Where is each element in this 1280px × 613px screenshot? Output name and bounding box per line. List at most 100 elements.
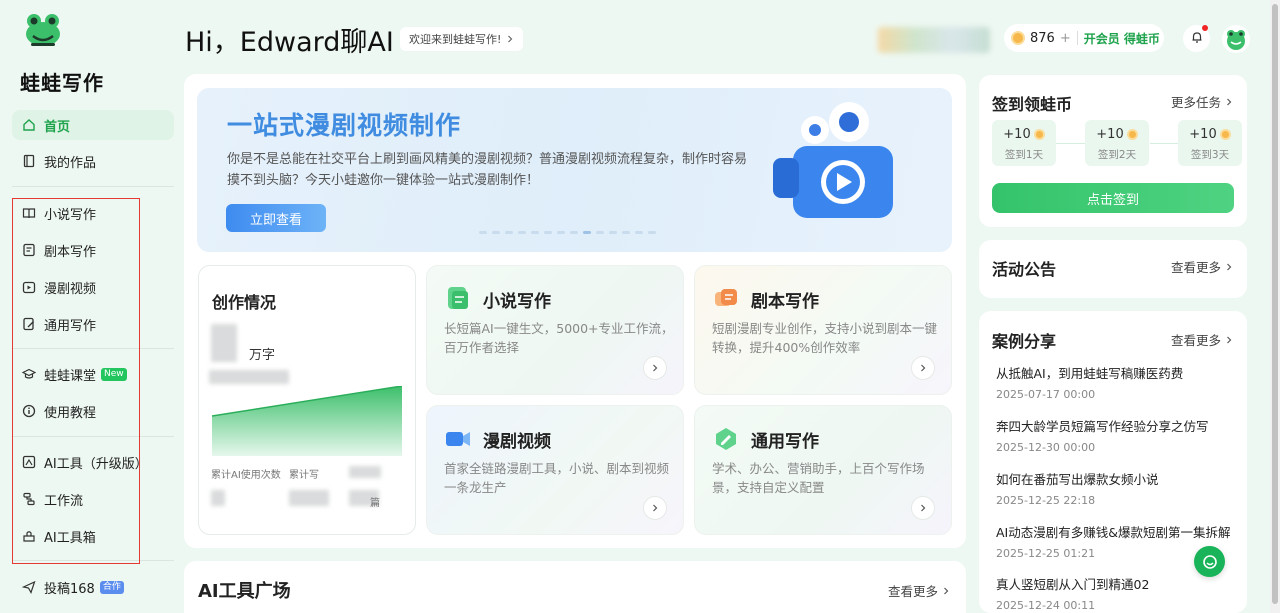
case-item[interactable]: 如何在番茄写出爆款女频小说 2025-12-25 22:18 [996, 469, 1236, 507]
chevron-right-icon[interactable] [911, 356, 935, 380]
case-item[interactable]: 奔四大龄学员短篇写作经验分享之仿写 2025-12-30 00:00 [996, 416, 1236, 454]
sidebar-item-script[interactable]: 剧本写作 [12, 235, 174, 265]
sidebar-item-ai-toolbox[interactable]: AI工具箱 [12, 521, 174, 551]
blurred-value [289, 490, 329, 506]
new-badge: New [101, 367, 127, 381]
sidebar-item-label: 剧本写作 [44, 244, 97, 260]
case-item[interactable]: 从抵触AI，到用蛙蛙写稿赚医药费 2025-07-17 00:00 [996, 363, 1236, 401]
workflow-icon [22, 492, 36, 506]
sidebar-item-ai-tools[interactable]: AI工具（升级版） [12, 447, 174, 477]
sidebar-divider [12, 348, 174, 349]
feature-card-comic-video[interactable]: 漫剧视频 首家全链路漫剧工具，小说、剧本到视频一条龙生产 [426, 405, 684, 535]
ai-tools-more-link[interactable]: 查看更多 [888, 581, 950, 600]
case-title: AI动态漫剧有多赚钱&爆款短剧第一集拆解 [996, 525, 1231, 540]
notice-more-link[interactable]: 查看更多 [1171, 257, 1233, 276]
sidebar-divider [12, 560, 174, 561]
sidebar-item-label: 使用教程 [44, 405, 97, 421]
script-card-icon [715, 289, 737, 306]
signin-card: 签到领蛙币 更多任务 +10 签到1天 +10 签到2天 +10 签到3天 点击… [979, 75, 1247, 227]
more-link-label: 查看更多 [887, 584, 938, 599]
carousel-indicators[interactable] [479, 231, 656, 234]
blurred-value [349, 466, 381, 478]
signin-button[interactable]: 点击签到 [992, 183, 1234, 213]
brand-name: 蛙蛙写作 [20, 71, 104, 95]
day-points: +10 [1189, 127, 1217, 142]
welcome-pill[interactable]: 欢迎来到蛙蛙写作! [400, 27, 524, 51]
sidebar-item-workflow[interactable]: 工作流 [12, 484, 174, 514]
coin-plus-icon: + [1059, 30, 1071, 46]
divider [1076, 31, 1078, 45]
sidebar-item-label: 小说写作 [44, 207, 97, 223]
feature-card-script[interactable]: 剧本写作 短剧漫剧专业创作，支持小说到剧本一键转换，提升400%创作效率 [694, 265, 952, 395]
feature-title: 剧本写作 [751, 292, 819, 312]
area-chart [212, 386, 402, 456]
cases-more-link[interactable]: 查看更多 [1171, 330, 1233, 349]
promo-banner[interactable]: 一站式漫剧视频制作 你是不是总能在社交平台上刷到画风精美的漫剧视频？普通漫剧视频… [197, 88, 952, 252]
blurred-value [211, 490, 225, 506]
chevron-right-icon [1227, 98, 1232, 105]
sidebar-item-novel[interactable]: 小说写作 [12, 198, 174, 228]
coin-balance[interactable]: 876 + 开会员 得蛙币 [1004, 24, 1164, 52]
stats-title: 创作情况 [212, 293, 277, 312]
coin-icon [1033, 129, 1045, 140]
vip-button[interactable]: 开会员 得蛙币 [1084, 30, 1160, 47]
feature-description: 短剧漫剧专业创作，支持小说到剧本一键转换，提升400%创作效率 [712, 321, 938, 355]
chevron-right-icon[interactable] [643, 496, 667, 520]
send-icon [22, 580, 36, 594]
case-title: 从抵触AI，到用蛙蛙写稿赚医药费 [996, 366, 1184, 381]
case-title: 真人竖短剧从入门到精通02 [996, 577, 1150, 592]
creation-stats-card: 创作情况 万字 累计AI使用次数 累计写 篇 [198, 265, 416, 535]
sidebar-item-home[interactable]: 首页 [12, 110, 174, 140]
feature-card-general-writing[interactable]: 通用写作 学术、办公、营销助手，上百个写作场景，支持自定义配置 [694, 405, 952, 535]
day-label: 签到2天 [1097, 149, 1137, 161]
case-time: 2025-07-17 00:00 [996, 388, 1096, 401]
sidebar-item-label: 漫剧视频 [44, 281, 97, 297]
ai-tool-icon [22, 455, 36, 469]
more-tasks-link[interactable]: 更多任务 [1171, 92, 1233, 111]
notification-button[interactable] [1183, 25, 1210, 52]
chevron-right-icon [1227, 336, 1232, 343]
case-item[interactable]: 真人竖短剧从入门到精通02 2025-12-24 00:11 [996, 574, 1236, 612]
feature-card-novel[interactable]: 小说写作 长短篇AI一键生文，5000+专业工作流，百万作者选择 [426, 265, 684, 395]
view-now-button[interactable]: 立即查看 [226, 204, 326, 232]
sidebar-item-general-writing[interactable]: 通用写作 [12, 309, 174, 339]
sidebar-item-submission[interactable]: 投稿168 合作 [12, 572, 174, 602]
frog-avatar-icon [1227, 30, 1245, 50]
page-scrollbar[interactable] [1270, 0, 1280, 613]
sidebar-item-comic-video[interactable]: 漫剧视频 [12, 272, 174, 302]
chevron-right-icon[interactable] [643, 356, 667, 380]
progress-line [1056, 143, 1086, 144]
video-card-icon [446, 432, 470, 446]
general-writing-icon [716, 428, 736, 450]
chevron-right-icon[interactable] [911, 496, 935, 520]
cooperation-badge: 合作 [99, 580, 124, 594]
banner-title: 一站式漫剧视频制作 [227, 111, 462, 140]
sidebar: 蛙蛙写作 首页 我的作品 小说写作 剧本写作 漫剧视频 通用写作 蛙蛙课堂 Ne… [0, 0, 180, 613]
sidebar-item-tutorial[interactable]: 使用教程 [12, 396, 174, 426]
sidebar-item-label: 首页 [44, 119, 71, 135]
sidebar-item-classroom[interactable]: 蛙蛙课堂 New [12, 359, 174, 389]
sidebar-item-my-works[interactable]: 我的作品 [12, 146, 174, 176]
scrollbar-thumb[interactable] [1272, 4, 1278, 604]
video-icon [22, 280, 36, 294]
notice-title: 活动公告 [992, 260, 1057, 279]
feature-description: 学术、办公、营销助手，上百个写作场景，支持自定义配置 [712, 461, 925, 495]
sidebar-item-label: 蛙蛙课堂 [44, 368, 97, 384]
stats-unit: 万字 [249, 348, 276, 363]
avatar[interactable] [1222, 25, 1250, 53]
case-title: 如何在番茄写出爆款女频小说 [996, 472, 1159, 487]
coin-icon [1011, 31, 1025, 45]
edit-doc-icon [22, 317, 36, 331]
blurred-username [878, 27, 990, 53]
chevron-right-icon [506, 33, 514, 46]
blurred-value [209, 370, 289, 384]
script-icon [22, 243, 36, 257]
novel-doc-icon [448, 287, 468, 309]
more-link-label: 查看更多 [1170, 260, 1221, 275]
sidebar-item-label: AI工具箱 [44, 530, 96, 546]
notification-dot [1202, 25, 1208, 31]
coin-count: 876 [1030, 30, 1055, 46]
more-link-label: 查看更多 [1170, 333, 1221, 348]
welcome-text: 欢迎来到蛙蛙写作! [409, 33, 502, 46]
customer-service-button[interactable] [1194, 546, 1225, 577]
